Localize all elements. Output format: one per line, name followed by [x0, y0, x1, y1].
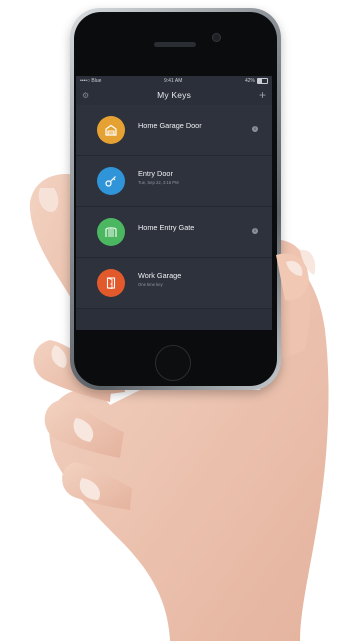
fingertips-overlay: [276, 253, 309, 301]
photo-scene: ••••○ Blue 9:41 AM 42% ⚙ My Keys + Home …: [0, 0, 359, 641]
